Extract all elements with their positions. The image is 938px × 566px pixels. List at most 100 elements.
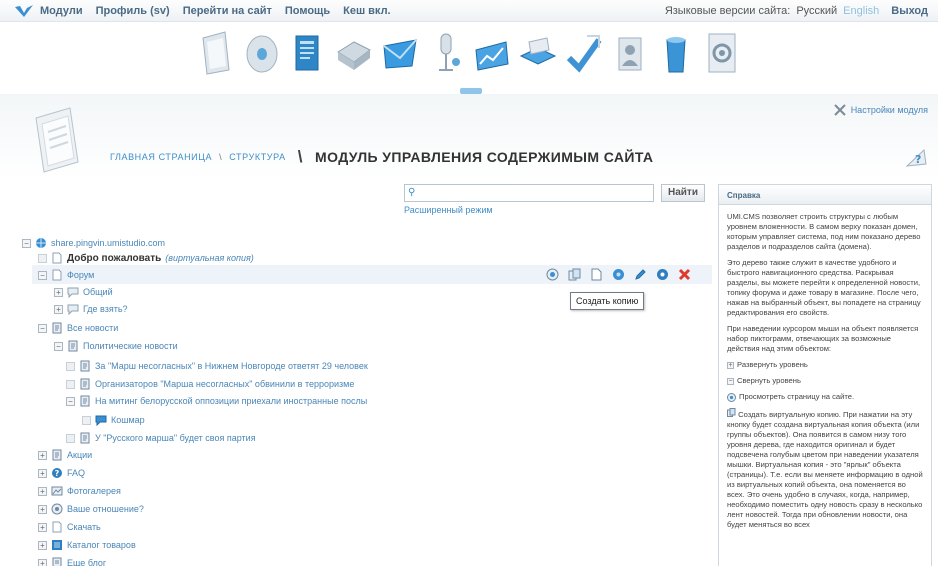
tree-label[interactable]: Организаторов "Марша несогласных" обвини… [95, 379, 354, 389]
tree-label[interactable]: Еще блог [67, 558, 106, 566]
module-stats-icon[interactable] [472, 24, 512, 82]
module-catalog-icon[interactable] [518, 24, 558, 82]
tree-label[interactable]: За "Марш несогласных" в Нижнем Новгороде… [95, 361, 368, 371]
logout-link[interactable]: Выход [891, 5, 928, 17]
tree-label[interactable]: На митинг белорусской оппозиции приехали… [95, 396, 367, 406]
tree-row-blog[interactable]: + Еще блог [38, 554, 106, 566]
module-microphone-icon[interactable] [426, 24, 466, 82]
tree-label[interactable]: Фотогалерея [67, 486, 121, 496]
crumb-separator: \ [219, 152, 223, 162]
tree-row-promo[interactable]: + Акции [38, 446, 92, 464]
collapse-toggle[interactable]: − [38, 270, 47, 280]
delete-icon[interactable] [678, 268, 691, 281]
copy-icon[interactable] [590, 268, 603, 281]
module-check-icon[interactable] [564, 24, 604, 82]
node-marker [82, 415, 91, 425]
expand-toggle[interactable]: + [38, 558, 47, 566]
tree-row-welcome[interactable]: Добро пожаловать (виртуальная копия) [38, 249, 254, 267]
tree-label[interactable]: Кошмар [111, 415, 145, 425]
help-paragraph: UMI.CMS позволяет строить структуры с лю… [727, 212, 921, 251]
language-current[interactable]: Русский [796, 5, 837, 17]
header-band [0, 94, 938, 180]
collapse-toggle[interactable]: − [54, 341, 63, 351]
edit-icon[interactable] [634, 268, 647, 281]
help-paragraph: При наведении курсором мыши на объект по… [727, 324, 919, 353]
menu-help[interactable]: Помощь [285, 5, 330, 17]
tree-row-news-4[interactable]: У "Русского марша" будет своя партия [66, 429, 256, 447]
expand-toggle[interactable]: + [54, 287, 63, 297]
tree-label[interactable]: share.pingvin.umistudio.com [51, 238, 165, 248]
tree-row-where[interactable]: + Где взять? [54, 300, 128, 318]
tree-label[interactable]: Где взять? [83, 304, 128, 314]
menu-profile[interactable]: Профиль (sv) [96, 5, 170, 17]
tree-label[interactable]: Все новости [67, 323, 118, 333]
tree-row-politics[interactable]: − Политические новости [54, 337, 178, 355]
tree-row-news-2[interactable]: Организаторов "Марша несогласных" обвини… [66, 375, 354, 393]
tree-row-forum[interactable]: − Форум [38, 266, 94, 284]
module-disk-icon[interactable] [242, 24, 282, 82]
collapse-toggle[interactable]: − [38, 323, 47, 333]
help-view-text: Просмотреть страницу на сайте. [739, 392, 855, 401]
tree-label[interactable]: Политические новости [83, 341, 178, 351]
search-input[interactable]: ⚲ [404, 184, 654, 202]
tree-label[interactable]: Каталог товаров [67, 540, 136, 550]
module-mail-icon[interactable] [380, 24, 420, 82]
advanced-mode-link[interactable]: Расширенный режим [404, 205, 493, 215]
faq-icon: ? [51, 467, 63, 479]
tree-row-faq[interactable]: + ? FAQ [38, 464, 85, 482]
module-pages-icon[interactable] [288, 24, 328, 82]
menu-modules[interactable]: Модули [40, 5, 83, 17]
modules-strip [196, 24, 742, 88]
tree-label[interactable]: Форум [67, 270, 94, 280]
collapse-toggle[interactable]: − [66, 396, 75, 406]
expand-toggle[interactable]: + [38, 486, 47, 496]
umi-logo-icon[interactable] [14, 4, 34, 18]
view-on-site-icon[interactable] [546, 268, 559, 281]
module-storage-icon[interactable] [334, 24, 374, 82]
tree-label[interactable]: Ваше отношение? [67, 504, 144, 514]
tree-label[interactable]: Общий [83, 287, 113, 297]
tree-label[interactable]: У "Русского марша" будет своя партия [95, 433, 256, 443]
module-users-icon[interactable] [610, 24, 650, 82]
crumb-home[interactable]: ГЛАВНАЯ СТРАНИЦА [110, 152, 212, 162]
tree-row-poll[interactable]: + Ваше отношение? [38, 500, 144, 518]
activity-icon[interactable] [612, 268, 625, 281]
expand-toggle[interactable]: + [38, 504, 47, 514]
expand-toggle[interactable]: + [38, 540, 47, 550]
module-files-icon[interactable] [196, 24, 236, 82]
crumb-structure[interactable]: СТРУКТУРА [229, 152, 285, 162]
menu-go-to-site[interactable]: Перейти на сайт [183, 5, 272, 17]
expand-toggle[interactable]: + [54, 304, 63, 314]
tree-label[interactable]: Скачать [67, 522, 101, 532]
comment-icon [95, 414, 107, 426]
tree-row-gallery[interactable]: + Фотогалерея [38, 482, 121, 500]
help-view-line: Просмотреть страницу на сайте. [727, 392, 923, 402]
news-icon [67, 340, 79, 352]
search-button[interactable]: Найти [661, 184, 705, 202]
tree-label[interactable]: Добро пожаловать [67, 253, 161, 264]
tree-row-all-news[interactable]: − Все новости [38, 319, 118, 337]
tree-row-catalog[interactable]: + Каталог товаров [38, 536, 136, 554]
help-question-icon[interactable]: ? [904, 146, 928, 170]
menu-cache[interactable]: Кеш вкл. [343, 5, 391, 17]
module-config-icon[interactable] [702, 24, 742, 82]
tree-label[interactable]: Акции [67, 450, 92, 460]
help-title: Справка [719, 185, 931, 205]
expand-toggle[interactable]: + [38, 522, 47, 532]
tree-row-download[interactable]: + Скачать [38, 518, 101, 536]
help-paragraph: Это дерево также служит в качестве удобн… [727, 258, 921, 317]
tree-row-news-1[interactable]: За "Марш несогласных" в Нижнем Новгороде… [66, 357, 368, 375]
comment-icon [67, 286, 79, 298]
expand-toggle[interactable]: + [38, 468, 47, 478]
language-english[interactable]: English [843, 5, 879, 17]
collapse-toggle[interactable]: − [22, 238, 31, 248]
tree-row-nightmare[interactable]: Кошмар [82, 411, 145, 429]
expand-toggle[interactable]: + [38, 450, 47, 460]
virtual-copy-icon[interactable] [568, 268, 581, 281]
tree-row-general[interactable]: + Общий [54, 283, 113, 301]
tree-label[interactable]: FAQ [67, 468, 85, 478]
info-icon[interactable] [656, 268, 669, 281]
module-drops-icon[interactable] [656, 24, 696, 82]
tree-row-news-3[interactable]: − На митинг белорусской оппозиции приеха… [66, 392, 367, 410]
module-settings-link[interactable]: Настройки модуля [833, 103, 928, 117]
